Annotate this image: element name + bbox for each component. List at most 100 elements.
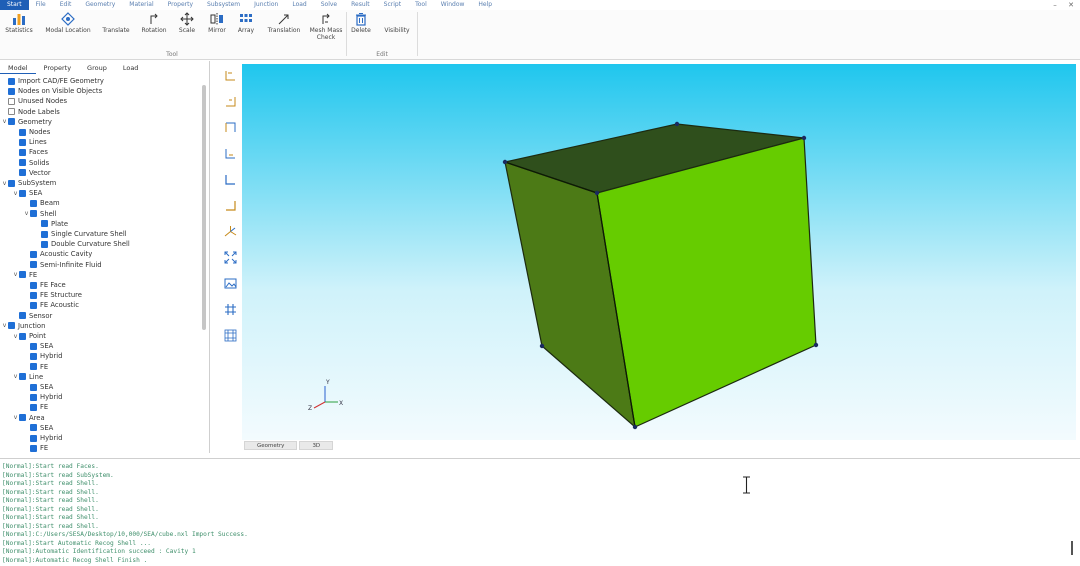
tree-item[interactable]: Double Curvature Shell — [34, 239, 130, 249]
cube-vertex[interactable] — [502, 159, 508, 165]
tab-3d[interactable]: 3D — [299, 441, 334, 450]
statistics-button[interactable]: Statistics — [2, 12, 36, 50]
tab-load[interactable]: Load — [115, 63, 147, 74]
expand-chevron-icon[interactable]: v — [1, 118, 8, 125]
tree-item[interactable]: Hybrid — [23, 392, 62, 402]
cube-vertex[interactable] — [813, 342, 819, 348]
array-button[interactable]: Array — [233, 12, 259, 50]
tree-item[interactable]: Node Labels — [1, 107, 60, 117]
fit-view-button[interactable] — [219, 248, 241, 266]
visibility-button[interactable]: Visibility — [378, 12, 416, 50]
visibility-checkbox[interactable] — [8, 108, 15, 116]
visibility-checkbox[interactable] — [30, 424, 37, 432]
translation-button[interactable]: Translation — [263, 12, 305, 50]
menu-item-script[interactable]: Script — [377, 0, 408, 10]
tree-item[interactable]: Plate — [34, 219, 68, 229]
3d-viewport[interactable]: Y X Z — [242, 64, 1076, 440]
cube-vertex[interactable] — [632, 424, 638, 430]
tree-item[interactable]: FE Structure — [23, 290, 82, 300]
visibility-checkbox[interactable] — [30, 352, 37, 360]
tree-item[interactable]: v Geometry — [1, 117, 52, 127]
view-back-button[interactable] — [219, 92, 241, 110]
tree-item[interactable]: Lines — [12, 137, 47, 147]
visibility-checkbox[interactable] — [8, 322, 15, 330]
minimize-button[interactable]: – — [1049, 0, 1061, 10]
menu-item-junction[interactable]: Junction — [247, 0, 285, 10]
visibility-checkbox[interactable] — [19, 169, 26, 177]
visibility-checkbox[interactable] — [30, 291, 37, 299]
mesh-mass-check-button[interactable]: Mesh Mass Check — [308, 12, 344, 50]
tree-item[interactable]: FE — [23, 402, 48, 412]
tree-item[interactable]: v FE — [12, 270, 38, 280]
visibility-checkbox[interactable] — [41, 240, 48, 248]
menu-item-geometry[interactable]: Geometry — [78, 0, 122, 10]
visibility-checkbox[interactable] — [19, 332, 26, 340]
visibility-checkbox[interactable] — [41, 230, 48, 238]
visibility-checkbox[interactable] — [19, 138, 26, 146]
tree-item[interactable]: Beam — [23, 198, 60, 208]
expand-chevron-icon[interactable]: v — [12, 333, 19, 340]
tree-item[interactable]: Nodes on Visible Objects — [1, 86, 102, 96]
tree-item[interactable]: v SEA — [12, 188, 43, 198]
tree-item[interactable]: Hybrid — [23, 433, 62, 443]
visibility-checkbox[interactable] — [30, 383, 37, 391]
menu-item-subsystem[interactable]: Subsystem — [200, 0, 247, 10]
expand-chevron-icon[interactable]: v — [23, 210, 30, 217]
visibility-checkbox[interactable] — [30, 261, 37, 269]
visibility-checkbox[interactable] — [19, 373, 26, 381]
menu-item-file[interactable]: File — [29, 0, 53, 10]
menu-item-load[interactable]: Load — [285, 0, 313, 10]
tree-item[interactable]: v SubSystem — [1, 178, 57, 188]
tree-item[interactable]: Solids — [12, 158, 49, 168]
tree-item[interactable]: Import CAD/FE Geometry — [1, 76, 104, 86]
cube-vertex[interactable] — [539, 343, 545, 349]
visibility-checkbox[interactable] — [19, 128, 26, 136]
view-bottom-button[interactable] — [219, 144, 241, 162]
cube-scene[interactable]: Y X Z — [242, 64, 1076, 440]
visibility-checkbox[interactable] — [30, 363, 37, 371]
expand-chevron-icon[interactable]: v — [1, 322, 8, 329]
translate-button[interactable]: Translate — [98, 12, 134, 50]
tab-model[interactable]: Model — [0, 63, 36, 74]
tree-item[interactable]: Faces — [12, 147, 48, 157]
mesh-grid-button[interactable] — [219, 326, 241, 344]
view-top-button[interactable] — [219, 118, 241, 136]
tree-item[interactable]: SEA — [23, 341, 53, 351]
tree-item[interactable]: Vector — [12, 168, 51, 178]
cube-vertex[interactable] — [801, 135, 807, 141]
tree-item[interactable]: Semi-Infinite Fluid — [23, 260, 102, 270]
cube-vertex[interactable] — [594, 190, 600, 196]
visibility-checkbox[interactable] — [30, 199, 37, 207]
scale-button[interactable]: Scale — [174, 12, 200, 50]
menu-item-start[interactable]: Start — [0, 0, 29, 10]
tree-item[interactable]: Single Curvature Shell — [34, 229, 127, 239]
menu-item-window[interactable]: Window — [434, 0, 472, 10]
grid-button[interactable] — [219, 300, 241, 318]
visibility-checkbox[interactable] — [30, 342, 37, 350]
menu-item-material[interactable]: Material — [122, 0, 160, 10]
menu-item-help[interactable]: Help — [471, 0, 499, 10]
tree-item[interactable]: v Line — [12, 372, 43, 382]
visibility-checkbox[interactable] — [19, 271, 26, 279]
expand-chevron-icon[interactable]: v — [12, 373, 19, 380]
tree-item[interactable]: Sensor — [12, 311, 52, 321]
visibility-checkbox[interactable] — [8, 118, 15, 126]
delete-button[interactable]: Delete — [348, 12, 374, 50]
tree-item[interactable]: Acoustic Cavity — [23, 249, 92, 259]
tree-item[interactable]: v Point — [12, 331, 46, 341]
expand-chevron-icon[interactable]: v — [12, 271, 19, 278]
menu-item-result[interactable]: Result — [344, 0, 377, 10]
tree-item[interactable]: SEA — [23, 423, 53, 433]
tree-item[interactable]: FE — [23, 443, 48, 453]
close-button[interactable]: ✕ — [1065, 0, 1077, 10]
view-right-button[interactable] — [219, 196, 241, 214]
menu-item-edit[interactable]: Edit — [53, 0, 79, 10]
tree-item[interactable]: FE Acoustic — [23, 300, 79, 310]
visibility-checkbox[interactable] — [19, 414, 26, 422]
visibility-checkbox[interactable] — [30, 301, 37, 309]
visibility-checkbox[interactable] — [30, 393, 37, 401]
visibility-checkbox[interactable] — [8, 77, 15, 85]
visibility-checkbox[interactable] — [19, 159, 26, 167]
visibility-checkbox[interactable] — [8, 179, 15, 187]
menu-item-tool[interactable]: Tool — [408, 0, 434, 10]
